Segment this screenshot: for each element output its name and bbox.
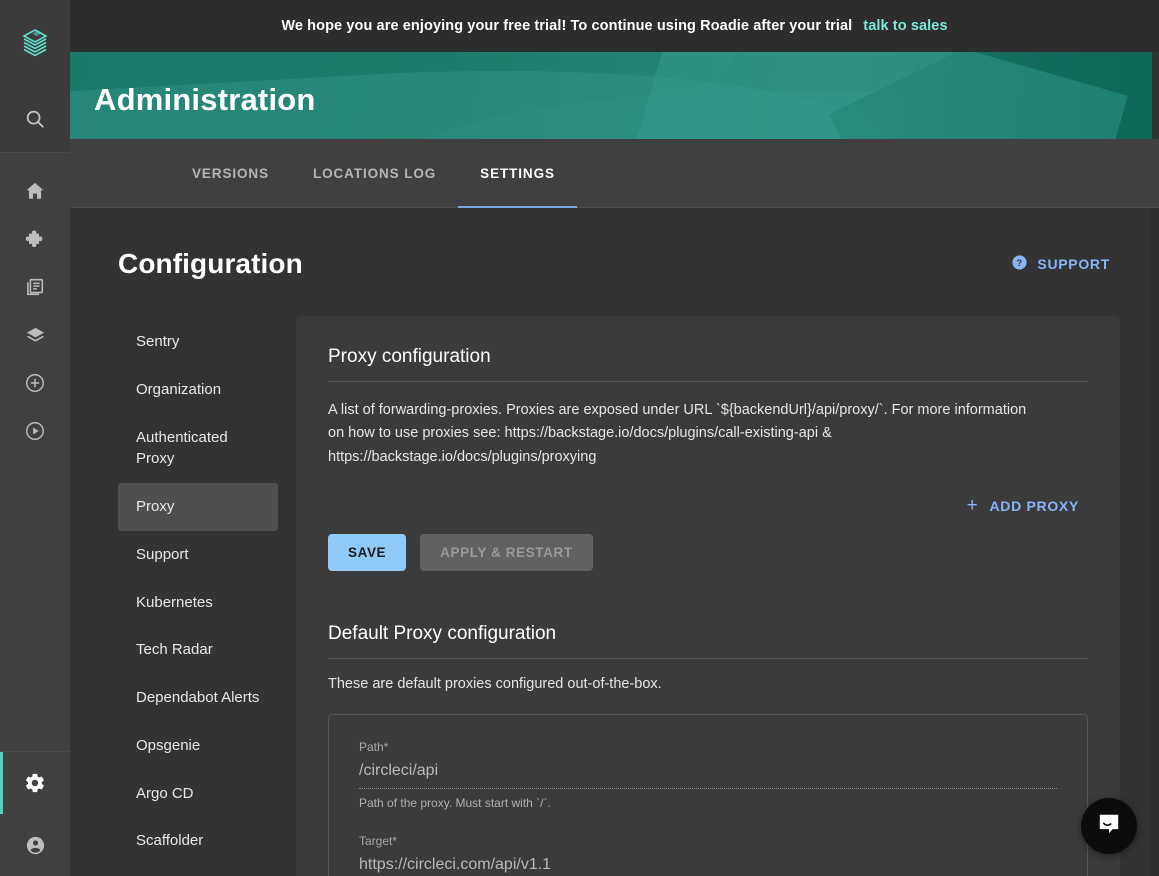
settings-nav-item-argo-cd[interactable]: Argo CD bbox=[118, 770, 278, 818]
sidebar-item-plugins[interactable] bbox=[0, 215, 70, 263]
settings-nav-item-tech-radar[interactable]: Tech Radar bbox=[118, 626, 278, 674]
settings-nav-item-authenticated-proxy[interactable]: Authenticated Proxy bbox=[118, 414, 278, 484]
settings-nav-item-dependabot-alerts[interactable]: Dependabot Alerts bbox=[118, 674, 278, 722]
add-proxy-row: + ADD PROXY bbox=[328, 491, 1088, 520]
target-field-value[interactable]: https://circleci.com/api/v1.1 bbox=[359, 856, 1057, 876]
sidebar-item-docs[interactable] bbox=[0, 263, 70, 311]
target-field: Target* https://circleci.com/api/v1.1 Ta… bbox=[359, 834, 1057, 876]
help-circle-icon: ? bbox=[1011, 254, 1028, 274]
save-button[interactable]: SAVE bbox=[328, 534, 407, 572]
main-column: We hope you are enjoying your free trial… bbox=[70, 0, 1159, 876]
path-field: Path* /circleci/api Path of the proxy. M… bbox=[359, 740, 1057, 810]
sidebar-item-account[interactable] bbox=[0, 814, 70, 876]
roadie-logo[interactable] bbox=[0, 0, 70, 86]
sidebar-item-play[interactable] bbox=[0, 407, 70, 455]
settings-nav-item-opsgenie[interactable]: Opsgenie bbox=[118, 722, 278, 770]
intercom-launcher[interactable] bbox=[1081, 798, 1137, 854]
settings-nav-item-proxy[interactable]: Proxy bbox=[118, 483, 278, 531]
settings-nav: Sentry Organization Authenticated Proxy … bbox=[118, 316, 278, 876]
settings-nav-item-scaffolder[interactable]: Scaffolder bbox=[118, 817, 278, 865]
add-proxy-label: ADD PROXY bbox=[989, 497, 1079, 514]
configuration-body: Sentry Organization Authenticated Proxy … bbox=[70, 316, 1149, 876]
search-icon[interactable] bbox=[0, 86, 70, 152]
plus-icon: + bbox=[966, 495, 979, 517]
sidebar-item-layers[interactable] bbox=[0, 311, 70, 359]
page-title: Administration bbox=[94, 82, 316, 117]
apply-restart-button: APPLY & RESTART bbox=[420, 534, 593, 572]
settings-nav-item-organization[interactable]: Organization bbox=[118, 366, 278, 414]
add-proxy-button[interactable]: + ADD PROXY bbox=[961, 491, 1085, 520]
page-heading: Configuration bbox=[118, 248, 303, 279]
proxy-action-buttons: SAVE APPLY & RESTART bbox=[328, 534, 1088, 572]
talk-to-sales-link[interactable]: talk to sales bbox=[863, 18, 947, 34]
chat-bubble-icon bbox=[1096, 811, 1122, 842]
path-field-value[interactable]: /circleci/api bbox=[359, 762, 1057, 790]
default-proxy-section: Default Proxy configuration These are de… bbox=[328, 623, 1088, 876]
trial-banner-message: We hope you are enjoying your free trial… bbox=[281, 18, 853, 34]
tab-settings[interactable]: SETTINGS bbox=[458, 139, 577, 208]
support-link[interactable]: ? SUPPORT bbox=[1011, 254, 1110, 274]
proxy-section-description: A list of forwarding-proxies. Proxies ar… bbox=[328, 402, 1027, 465]
tab-locations-log[interactable]: LOCATIONS LOG bbox=[291, 139, 458, 208]
support-link-label: SUPPORT bbox=[1037, 256, 1110, 272]
settings-nav-item-kubernetes[interactable]: Kubernetes bbox=[118, 579, 278, 627]
path-field-label: Path* bbox=[359, 740, 389, 755]
sidebar-item-create[interactable] bbox=[0, 359, 70, 407]
sidebar-item-home[interactable] bbox=[0, 167, 70, 215]
tab-versions[interactable]: VERSIONS bbox=[170, 139, 291, 208]
default-proxy-description: These are default proxies configured out… bbox=[328, 676, 662, 693]
settings-nav-item-sentry[interactable]: Sentry bbox=[118, 318, 278, 366]
proxy-section-title: Proxy configuration bbox=[328, 346, 1088, 382]
trial-banner: We hope you are enjoying your free trial… bbox=[70, 0, 1159, 52]
sidebar-item-settings[interactable] bbox=[0, 752, 70, 814]
global-sidebar bbox=[0, 0, 70, 876]
sidebar-bottom-items bbox=[0, 752, 70, 876]
administration-page: We hope you are enjoying your free trial… bbox=[0, 0, 1159, 876]
content-right-edge bbox=[1149, 208, 1159, 876]
default-proxy-card: Path* /circleci/api Path of the proxy. M… bbox=[328, 714, 1088, 876]
target-field-label: Target* bbox=[359, 834, 398, 849]
path-field-help: Path of the proxy. Must start with `/`. bbox=[359, 796, 551, 811]
default-proxy-title: Default Proxy configuration bbox=[328, 623, 1088, 660]
settings-content: Configuration ? SUPPORT Sentry Organizat… bbox=[70, 208, 1159, 876]
proxy-configuration-panel: Proxy configuration A list of forwarding… bbox=[296, 316, 1120, 876]
configuration-header: Configuration ? SUPPORT bbox=[70, 248, 1149, 280]
page-header-banner: Administration bbox=[70, 52, 1152, 139]
tab-bar: VERSIONS LOCATIONS LOG SETTINGS bbox=[70, 139, 1159, 208]
sidebar-main-items bbox=[0, 153, 70, 751]
settings-nav-item-support[interactable]: Support bbox=[118, 531, 278, 579]
svg-text:?: ? bbox=[1017, 258, 1023, 268]
